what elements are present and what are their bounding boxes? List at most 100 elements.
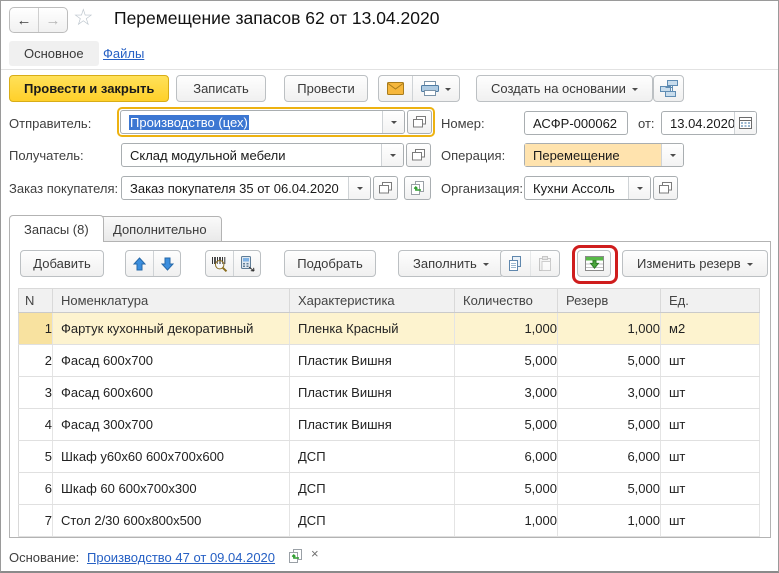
post-button[interactable]: Провести (284, 75, 368, 102)
write-button[interactable]: Записать (176, 75, 266, 102)
copy-rows-button[interactable] (501, 251, 530, 276)
cell-characteristic: ДСП (289, 472, 455, 505)
cell-unit: шт (660, 344, 760, 377)
table-row[interactable]: 7 Стол 2/30 600х800х500 ДСП 1,000 1,000 … (18, 504, 760, 537)
tab-files-link[interactable]: Файлы (103, 46, 144, 61)
barcode-group (205, 250, 261, 277)
send-mail-button[interactable] (379, 76, 412, 101)
col-header-reserve[interactable]: Резерв (557, 288, 661, 313)
data-terminal-button[interactable] (233, 251, 260, 276)
page-title: Перемещение запасов 62 от 13.04.2020 (114, 8, 440, 28)
print-button[interactable] (412, 76, 459, 101)
receiver-open-button[interactable] (406, 143, 431, 167)
calendar-button[interactable] (734, 112, 756, 134)
cell-reserve: 6,000 (557, 440, 661, 473)
cell-reserve: 5,000 (557, 472, 661, 505)
back-button[interactable]: ← (10, 8, 39, 32)
col-header-characteristic[interactable]: Характеристика (289, 288, 455, 313)
cell-characteristic: Пластик Вишня (289, 344, 455, 377)
operation-label: Операция: (441, 148, 506, 163)
cell-quantity: 6,000 (454, 440, 558, 473)
cell-reserve: 1,000 (557, 504, 661, 537)
show-reserve-button[interactable] (577, 250, 611, 277)
cell-reserve: 3,000 (557, 376, 661, 409)
number-input[interactable]: АСФР-000062 (524, 111, 628, 135)
operation-select[interactable]: Перемещение (524, 143, 684, 167)
receiver-input[interactable]: Склад модульной мебели (121, 143, 404, 167)
fill-label: Заполнить (413, 256, 477, 271)
tab-inventory[interactable]: Запасы (8) (9, 215, 104, 242)
back-arrow-icon: ← (16, 11, 32, 29)
tab-main[interactable]: Основное (9, 41, 99, 66)
table-row[interactable]: 2 Фасад 600х700 Пластик Вишня 5,000 5,00… (18, 344, 760, 377)
chevron-down-icon (389, 154, 396, 160)
table-header-row: N Номенклатура Характеристика Количество… (18, 288, 760, 313)
cell-n: 4 (18, 408, 53, 441)
operation-dropdown-button[interactable] (661, 144, 683, 166)
sender-input[interactable]: Производство (цех) (120, 110, 405, 134)
cell-characteristic: ДСП (289, 440, 455, 473)
post-and-close-button[interactable]: Провести и закрыть (9, 75, 170, 102)
cell-quantity: 5,000 (454, 344, 558, 377)
organization-input[interactable]: Кухни Ассоль (524, 176, 651, 200)
chevron-down-icon (746, 262, 753, 269)
open-base-document-button[interactable] (404, 176, 431, 200)
tab-additional[interactable]: Дополнительно (98, 216, 222, 242)
col-header-nomenclature[interactable]: Номенклатура (52, 288, 290, 313)
receiver-label: Получатель: (9, 148, 84, 163)
move-row-down-button[interactable] (153, 251, 180, 276)
sender-label: Отправитель: (9, 116, 92, 131)
cell-quantity: 1,000 (454, 312, 558, 345)
cell-n: 7 (18, 504, 53, 537)
inventory-table[interactable]: N Номенклатура Характеристика Количество… (18, 288, 760, 537)
cell-unit: шт (660, 504, 760, 537)
forward-button[interactable]: → (39, 8, 67, 32)
clear-base-button[interactable]: × (311, 546, 319, 561)
chevron-down-icon (482, 262, 489, 269)
table-row[interactable]: 3 Фасад 600х600 Пластик Вишня 3,000 3,00… (18, 376, 760, 409)
cell-nomenclature: Стол 2/30 600х800х500 (52, 504, 290, 537)
cell-quantity: 3,000 (454, 376, 558, 409)
add-row-button[interactable]: Добавить (20, 250, 104, 277)
change-reserve-button[interactable]: Изменить резерв (622, 250, 768, 277)
open-in-new-icon (412, 149, 425, 161)
header-separator (1, 69, 778, 70)
pick-items-button[interactable]: Подобрать (284, 250, 376, 277)
cell-quantity: 5,000 (454, 472, 558, 505)
cell-unit: шт (660, 376, 760, 409)
date-input[interactable]: 13.04.2020 (661, 111, 757, 135)
favorite-star-icon[interactable]: ☆ (73, 4, 94, 31)
open-document-green-icon (410, 181, 425, 195)
move-row-up-button[interactable] (126, 251, 153, 276)
sender-open-button[interactable] (407, 110, 432, 134)
organization-dropdown-button[interactable] (628, 177, 650, 199)
customer-order-dropdown-button[interactable] (348, 177, 370, 199)
table-row[interactable]: 1 Фартук кухонный декоративный Пленка Кр… (18, 312, 760, 345)
barcode-scan-button[interactable] (206, 251, 233, 276)
open-document-green-icon[interactable] (288, 549, 303, 563)
sender-dropdown-button[interactable] (382, 111, 404, 133)
col-header-unit[interactable]: Ед. (660, 288, 760, 313)
receiver-dropdown-button[interactable] (381, 144, 403, 166)
subordination-structure-button[interactable] (653, 75, 684, 102)
table-row[interactable]: 5 Шкаф у60х60 600х700х600 ДСП 6,000 6,00… (18, 440, 760, 473)
organization-label: Организация: (441, 181, 524, 196)
organization-open-button[interactable] (653, 176, 678, 200)
create-based-on-label: Создать на основании (491, 81, 626, 96)
cell-nomenclature: Фасад 600х600 (52, 376, 290, 409)
calendar-icon (739, 117, 752, 129)
create-based-on-button[interactable]: Создать на основании (476, 75, 653, 102)
fill-button[interactable]: Заполнить (398, 250, 504, 277)
col-header-quantity[interactable]: Количество (454, 288, 558, 313)
cell-nomenclature: Шкаф у60х60 600х700х600 (52, 440, 290, 473)
base-document-link[interactable]: Производство 47 от 09.04.2020 (87, 550, 275, 565)
cell-characteristic: Пленка Красный (289, 312, 455, 345)
customer-order-input[interactable]: Заказ покупателя 35 от 06.04.2020 (121, 176, 371, 200)
paste-rows-button[interactable] (530, 251, 559, 276)
customer-order-open-button[interactable] (373, 176, 398, 200)
table-row[interactable]: 6 Шкаф 60 600х700х300 ДСП 5,000 5,000 шт (18, 472, 760, 505)
forward-arrow-icon: → (45, 11, 61, 29)
move-row-group (125, 250, 181, 277)
col-header-n[interactable]: N (18, 288, 53, 313)
table-row[interactable]: 4 Фасад 300х700 Пластик Вишня 5,000 5,00… (18, 408, 760, 441)
